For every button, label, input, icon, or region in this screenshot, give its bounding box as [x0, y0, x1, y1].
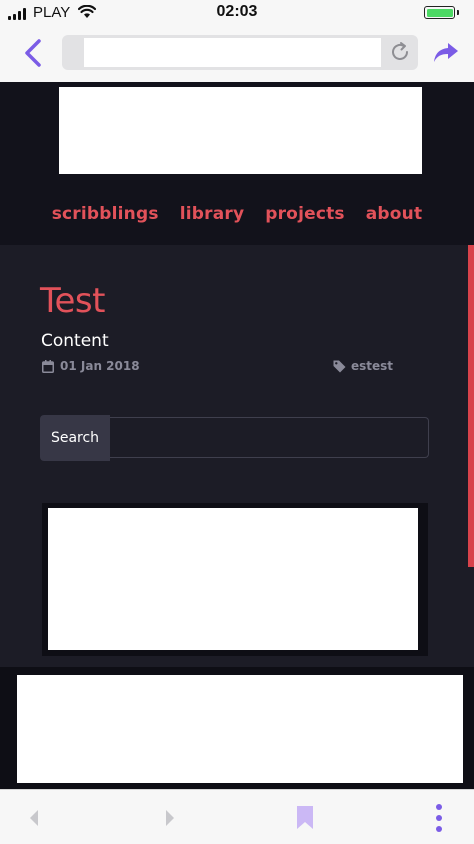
screen: PLAY 02:03 scribblings library projects …	[0, 0, 474, 844]
post-tag-text: estest	[351, 359, 394, 373]
post-title: Test	[40, 281, 105, 321]
bookmark-icon[interactable]	[296, 805, 314, 830]
post-tag[interactable]: estest	[333, 359, 393, 373]
status-bar: PLAY 02:03	[0, 0, 474, 26]
nav-link-scribblings[interactable]: scribblings	[52, 204, 159, 224]
clock: 02:03	[216, 3, 258, 20]
address-bar	[62, 35, 418, 70]
post-content: Content	[41, 331, 109, 351]
battery-nub	[457, 10, 459, 15]
forward-icon[interactable]	[163, 808, 177, 828]
reload-icon[interactable]	[389, 41, 411, 63]
scroll-indicator[interactable]	[468, 245, 474, 567]
nav-link-about[interactable]: about	[366, 204, 423, 224]
nav-link-projects[interactable]: projects	[265, 204, 345, 224]
page-footer	[0, 667, 474, 789]
share-icon[interactable]	[432, 41, 460, 65]
search-button[interactable]: Search	[40, 415, 110, 461]
site-header: scribblings library projects about	[0, 82, 474, 245]
post-date-text: 01 Jan 2018	[60, 359, 140, 373]
browser-toolbar	[0, 26, 474, 83]
battery-icon	[424, 6, 455, 19]
content-image-frame	[42, 503, 428, 656]
tag-icon	[333, 360, 346, 372]
main-nav: scribblings library projects about	[0, 204, 474, 224]
back-arrow-icon[interactable]	[20, 38, 46, 68]
more-icon[interactable]	[434, 803, 444, 833]
browser-bottom-bar	[0, 789, 474, 844]
post-date: 01 Jan 2018	[42, 359, 140, 373]
search-input[interactable]	[110, 417, 429, 458]
content-image	[48, 508, 418, 650]
back-icon[interactable]	[27, 808, 41, 828]
header-banner-image	[59, 87, 422, 174]
calendar-icon	[42, 359, 54, 373]
nav-link-library[interactable]: library	[180, 204, 245, 224]
url-input[interactable]	[84, 38, 381, 67]
footer-image	[17, 675, 463, 783]
